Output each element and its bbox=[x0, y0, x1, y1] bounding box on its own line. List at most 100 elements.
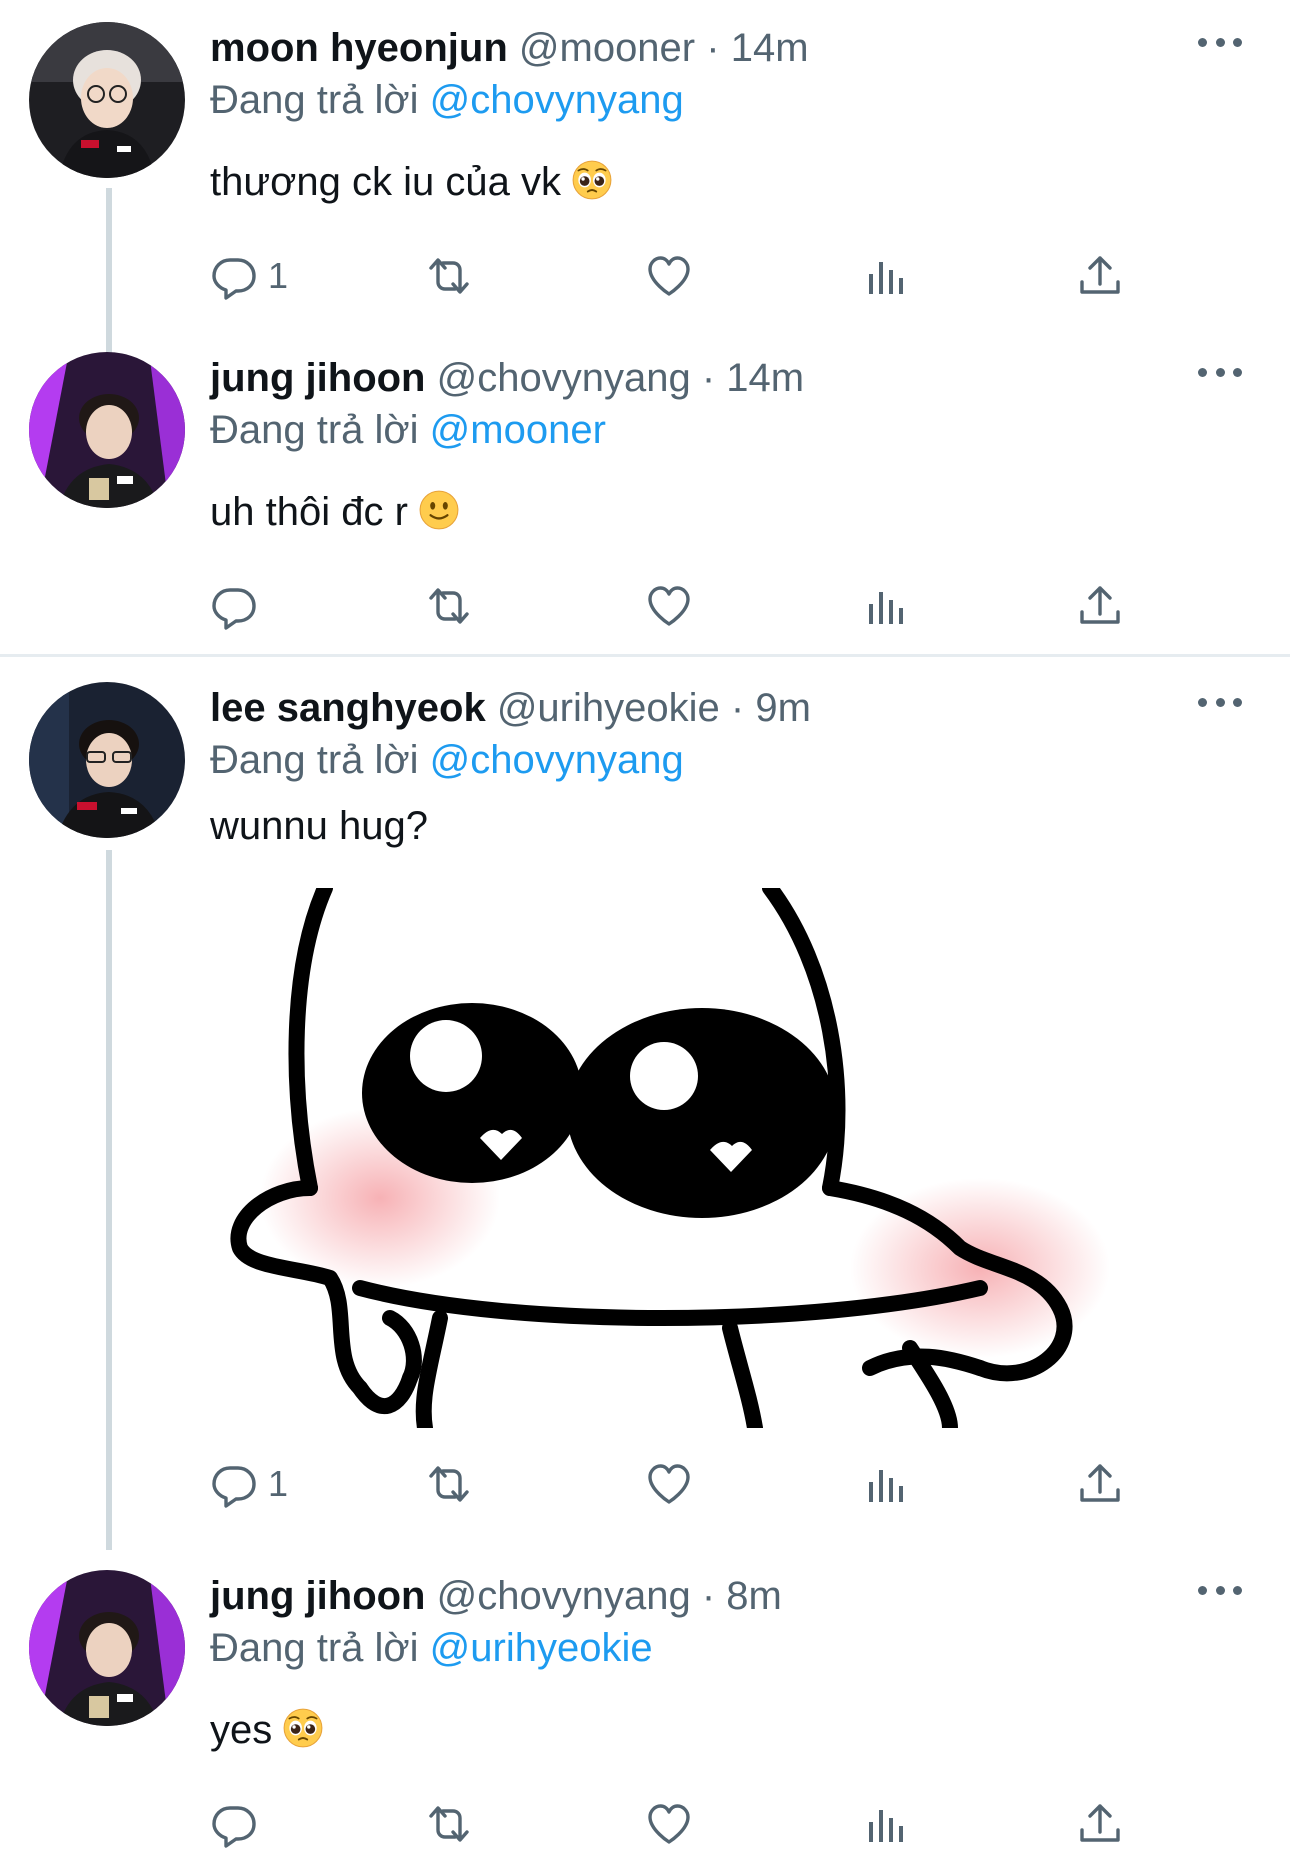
tweet-text-content: thương ck iu của vk bbox=[210, 160, 561, 204]
tweet[interactable]: jung jihoon @chovynyang · 8m Đang trả lờ… bbox=[0, 1548, 1290, 1858]
tweet[interactable]: moon hyeonjun @mooner · 14m Đang trả lời… bbox=[0, 0, 1290, 330]
tweet-header: jung jihoon @chovynyang · 8m bbox=[210, 1570, 1190, 1622]
username[interactable]: @chovynyang bbox=[437, 356, 691, 400]
action-bar: 1 bbox=[210, 246, 1130, 306]
tweet[interactable]: jung jihoon @chovynyang · 14m Đang trả l… bbox=[0, 330, 1290, 650]
heart-icon bbox=[645, 582, 693, 630]
analytics-icon bbox=[862, 582, 910, 630]
separator: · bbox=[706, 26, 720, 70]
conversation-divider bbox=[0, 654, 1290, 657]
like-button[interactable] bbox=[645, 1454, 693, 1514]
avatar-image bbox=[29, 1570, 185, 1726]
analytics-button[interactable] bbox=[862, 246, 910, 306]
avatar[interactable] bbox=[29, 1570, 185, 1726]
reply-icon bbox=[210, 252, 258, 300]
avatar-image bbox=[29, 22, 185, 178]
display-name[interactable]: lee sanghyeok bbox=[210, 686, 486, 730]
replying-to: Đang trả lời @chovynyang bbox=[210, 74, 684, 126]
like-button[interactable] bbox=[645, 246, 693, 306]
mention-link[interactable]: @chovynyang bbox=[430, 738, 684, 782]
action-bar: 1 bbox=[210, 1454, 1130, 1514]
username[interactable]: @mooner bbox=[519, 26, 695, 70]
retweet-button[interactable] bbox=[425, 1794, 473, 1854]
mention-link[interactable]: @urihyeokie bbox=[430, 1626, 653, 1670]
more-icon[interactable] bbox=[1198, 32, 1242, 52]
share-button[interactable] bbox=[1076, 1454, 1124, 1514]
replying-to-label: Đang trả lời bbox=[210, 738, 419, 782]
cartoon-hug-sticker bbox=[210, 888, 1150, 1428]
avatar[interactable] bbox=[29, 352, 185, 508]
share-button[interactable] bbox=[1076, 576, 1124, 636]
tweet-text: wunnu hug? bbox=[210, 800, 428, 852]
share-icon bbox=[1076, 582, 1124, 630]
separator: · bbox=[701, 356, 716, 400]
avatar[interactable] bbox=[29, 22, 185, 178]
tweet-header: moon hyeonjun @mooner · 14m bbox=[210, 22, 1190, 74]
more-icon[interactable] bbox=[1198, 362, 1242, 382]
replying-to-label: Đang trả lời bbox=[210, 78, 419, 122]
display-name[interactable]: jung jihoon bbox=[210, 356, 426, 400]
share-button[interactable] bbox=[1076, 246, 1124, 306]
reply-button[interactable] bbox=[210, 1794, 268, 1854]
heart-icon bbox=[645, 1800, 693, 1848]
share-icon bbox=[1076, 1800, 1124, 1848]
tweet-text-content: yes bbox=[210, 1708, 273, 1752]
timestamp[interactable]: 9m bbox=[755, 686, 811, 730]
retweet-icon bbox=[425, 252, 473, 300]
avatar[interactable] bbox=[29, 682, 185, 838]
display-name[interactable]: moon hyeonjun bbox=[210, 26, 508, 70]
analytics-icon bbox=[862, 1460, 910, 1508]
action-bar bbox=[210, 1794, 1130, 1854]
share-icon bbox=[1076, 1460, 1124, 1508]
retweet-button[interactable] bbox=[425, 246, 473, 306]
display-name[interactable]: jung jihoon bbox=[210, 1574, 426, 1618]
like-button[interactable] bbox=[645, 1794, 693, 1854]
reply-button[interactable] bbox=[210, 576, 268, 636]
timestamp[interactable]: 14m bbox=[726, 356, 804, 400]
timestamp[interactable]: 8m bbox=[726, 1574, 782, 1618]
reply-count: 1 bbox=[268, 255, 289, 296]
slightly-smiling-face-icon bbox=[418, 489, 460, 531]
reply-count: 1 bbox=[268, 1463, 289, 1504]
heart-icon bbox=[645, 252, 693, 300]
retweet-button[interactable] bbox=[425, 576, 473, 636]
avatar-image bbox=[29, 352, 185, 508]
reply-icon bbox=[210, 582, 258, 630]
analytics-button[interactable] bbox=[862, 576, 910, 636]
retweet-icon bbox=[425, 1460, 473, 1508]
replying-to-label: Đang trả lời bbox=[210, 408, 419, 452]
tweet-text: thương ck iu của vk bbox=[210, 156, 613, 208]
reply-button[interactable]: 1 bbox=[210, 1454, 288, 1514]
analytics-button[interactable] bbox=[862, 1454, 910, 1514]
reply-icon bbox=[210, 1800, 258, 1848]
mention-link[interactable]: @mooner bbox=[430, 408, 606, 452]
username[interactable]: @chovynyang bbox=[437, 1574, 691, 1618]
replying-to-label: Đang trả lời bbox=[210, 1626, 419, 1670]
tweet-header: lee sanghyeok @urihyeokie · 9m bbox=[210, 682, 1190, 734]
more-icon[interactable] bbox=[1198, 692, 1242, 712]
tweet-media-image[interactable] bbox=[210, 888, 1150, 1428]
retweet-icon bbox=[425, 582, 473, 630]
timestamp[interactable]: 14m bbox=[731, 26, 809, 70]
replying-to: Đang trả lời @urihyeokie bbox=[210, 1622, 653, 1674]
retweet-button[interactable] bbox=[425, 1454, 473, 1514]
share-button[interactable] bbox=[1076, 1794, 1124, 1854]
analytics-button[interactable] bbox=[862, 1794, 910, 1854]
pleading-face-icon bbox=[571, 159, 613, 201]
reply-button[interactable]: 1 bbox=[210, 246, 288, 306]
mention-link[interactable]: @chovynyang bbox=[430, 78, 684, 122]
tweet-text: yes bbox=[210, 1704, 324, 1756]
more-icon[interactable] bbox=[1198, 1580, 1242, 1600]
like-button[interactable] bbox=[645, 576, 693, 636]
separator: · bbox=[730, 686, 745, 730]
tweet-header: jung jihoon @chovynyang · 14m bbox=[210, 352, 1190, 404]
pleading-face-icon bbox=[282, 1707, 324, 1749]
tweet-text-content: wunnu hug? bbox=[210, 804, 428, 848]
retweet-icon bbox=[425, 1800, 473, 1848]
tweet-text: uh thôi đc r bbox=[210, 486, 460, 538]
avatar-image bbox=[29, 682, 185, 838]
username[interactable]: @urihyeokie bbox=[497, 686, 720, 730]
reply-icon bbox=[210, 1460, 258, 1508]
heart-icon bbox=[645, 1460, 693, 1508]
action-bar bbox=[210, 576, 1130, 636]
